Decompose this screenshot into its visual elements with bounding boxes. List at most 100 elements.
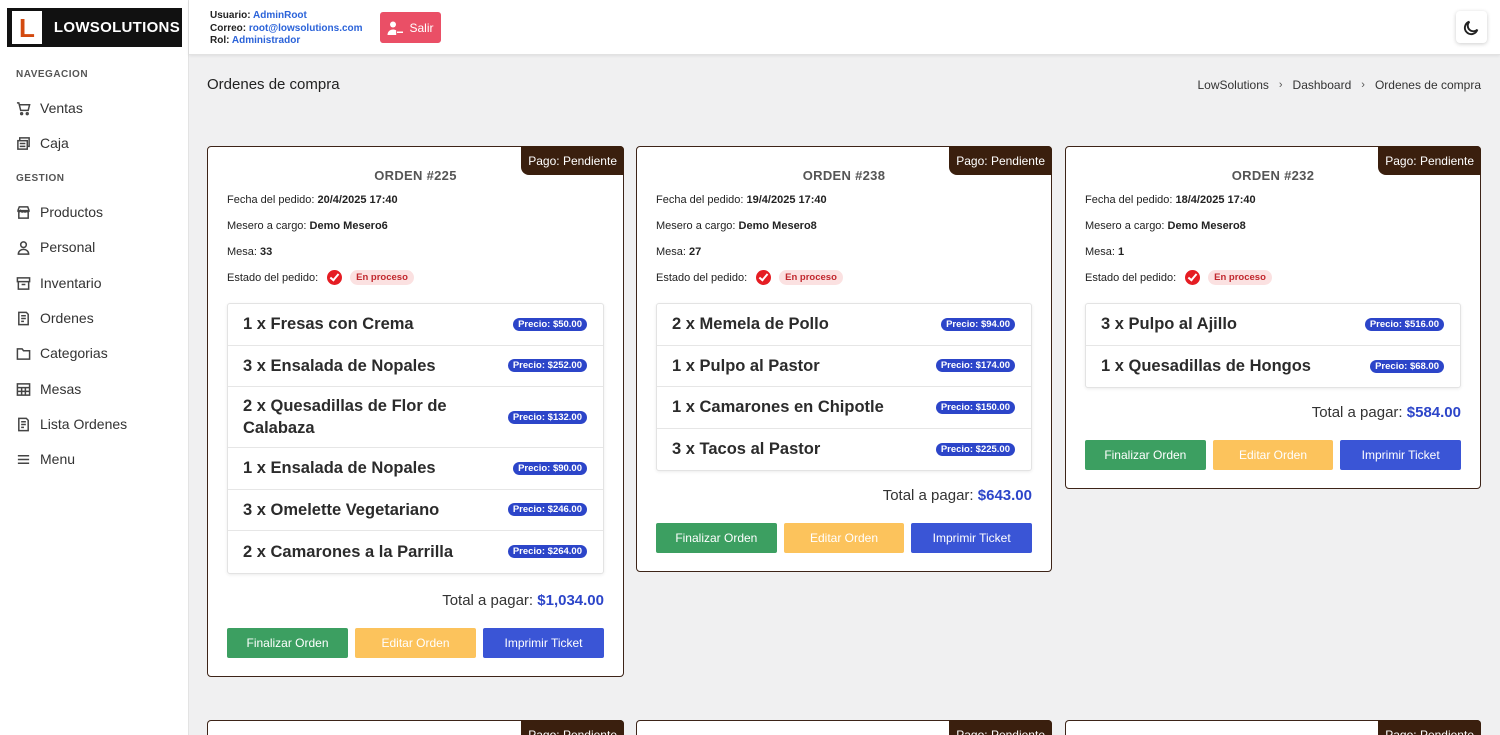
order-table: Mesa: 33 <box>227 246 273 258</box>
sidebar-item-inventario[interactable]: Inventario <box>16 271 101 295</box>
user-role: Administrador <box>231 35 301 46</box>
archive-icon <box>16 276 31 290</box>
order-title: ORDEN #232 <box>1231 168 1315 183</box>
order-status: Estado del pedido: En proceso <box>1085 270 1272 285</box>
list-item: 2 x Memela de Pollo Precio: $94.00 <box>657 304 1031 346</box>
document-list-icon <box>18 417 29 431</box>
price-badge: Precio: $264.00 <box>507 545 587 559</box>
sidebar-item-ordenes[interactable]: Ordenes <box>16 306 94 330</box>
chevron-right-icon: › <box>1278 79 1283 91</box>
list-item: 1 x Pulpo al Pastor Precio: $174.00 <box>657 346 1031 387</box>
breadcrumb-item-dashboard[interactable]: Dashboard <box>1293 78 1352 92</box>
order-waiter: Mesero a cargo: Demo Mesero6 <box>227 220 388 232</box>
list-item: 1 x Camarones en Chipotle Precio: $150.00 <box>657 387 1031 429</box>
check-circle-icon <box>756 270 772 285</box>
price-badge: Precio: $516.00 <box>1364 317 1444 331</box>
order-total: Total a pagar: $584.00 <box>1311 404 1461 421</box>
finalize-order-button[interactable]: Finalizar Orden <box>656 523 777 553</box>
moon-icon <box>1463 20 1479 35</box>
order-waiter: Mesero a cargo: Demo Mesero8 <box>656 220 817 232</box>
check-circle-icon <box>1185 270 1201 285</box>
sidebar-item-productos[interactable]: Productos <box>16 200 103 224</box>
brand-logo[interactable]: L LOWSOLUTIONS <box>7 8 182 47</box>
breadcrumb: LowSolutions › Dashboard › Ordenes de co… <box>1197 78 1481 92</box>
sidebar-item-menu[interactable]: Menu <box>16 447 75 471</box>
print-ticket-button[interactable]: Imprimir Ticket <box>1340 440 1462 470</box>
theme-toggle-button[interactable] <box>1456 11 1487 43</box>
list-item: 2 x Camarones a la Parrilla Precio: $264.… <box>228 531 603 573</box>
order-card: Pago: Pendiente <box>207 720 624 735</box>
price-badge: Precio: $68.00 <box>1370 359 1444 373</box>
table-grid-icon <box>16 382 31 396</box>
sidebar-item-label: Mesas <box>40 381 82 397</box>
order-waiter: Mesero a cargo: Demo Mesero8 <box>1085 220 1246 232</box>
list-item: 3 x Pulpo al Ajillo Precio: $516.00 <box>1086 304 1460 346</box>
list-item: 3 x Ensalada de Nopales Precio: $252.00 <box>228 346 603 387</box>
sidebar-item-label: Productos <box>40 204 104 220</box>
order-total: Total a pagar: $1,034.00 <box>442 592 604 609</box>
order-items-list: 1 x Fresas con Crema Precio: $50.00 3 x E… <box>227 303 604 574</box>
price-badge: Precio: $50.00 <box>513 317 587 331</box>
order-title: ORDEN #225 <box>374 168 457 183</box>
finalize-order-button[interactable]: Finalizar Orden <box>227 628 348 658</box>
order-actions: Finalizar Orden Editar Orden Imprimir Ti… <box>1085 440 1462 470</box>
logo-mark: L <box>12 11 42 44</box>
list-item: 1 x Fresas con Crema Precio: $50.00 <box>228 304 603 346</box>
user-name: AdminRoot <box>252 10 307 21</box>
chevron-right-icon: › <box>1361 79 1365 91</box>
price-badge: Precio: $246.00 <box>507 503 587 517</box>
print-ticket-button[interactable]: Imprimir Ticket <box>911 523 1033 553</box>
edit-order-button[interactable]: Editar Orden <box>1212 440 1334 470</box>
sidebar-item-caja[interactable]: Caja <box>16 131 69 155</box>
order-total: Total a pagar: $643.00 <box>882 487 1032 504</box>
sidebar-item-ventas[interactable]: Ventas <box>16 96 83 120</box>
price-badge: Precio: $174.00 <box>935 359 1015 373</box>
store-icon <box>17 205 30 219</box>
payment-status-badge: Pago: Pendiente <box>949 720 1052 735</box>
edit-order-button[interactable]: Editar Orden <box>783 523 905 553</box>
price-badge: Precio: $150.00 <box>935 400 1015 414</box>
price-badge: Precio: $252.00 <box>507 359 587 373</box>
payment-status-badge: Pago: Pendiente <box>1378 720 1481 735</box>
order-date: Fecha del pedido: 19/4/2025 17:40 <box>656 194 827 206</box>
logout-button[interactable]: Salir <box>380 12 441 43</box>
order-items-list: 2 x Memela de Pollo Precio: $94.00 1 x Pu… <box>656 303 1032 471</box>
check-circle-icon <box>327 270 343 285</box>
order-items-list: 3 x Pulpo al Ajillo Precio: $516.00 1 x Q… <box>1085 303 1461 388</box>
order-card: Pago: Pendiente ORDEN #238 Fecha del ped… <box>636 146 1052 572</box>
order-date: Fecha del pedido: 20/4/2025 17:40 <box>227 194 398 206</box>
list-item: 1 x Quesadillas de Hongos Precio: $68.00 <box>1086 346 1460 388</box>
sidebar-item-mesas[interactable]: Mesas <box>16 377 81 401</box>
document-list-icon <box>18 311 29 325</box>
sidebar-item-label: Caja <box>40 135 69 151</box>
sidebar-item-label: Menu <box>40 451 76 467</box>
price-badge: Precio: $90.00 <box>513 461 587 475</box>
user-email: root@lowsolutions.com <box>248 22 363 34</box>
sidebar: L LOWSOLUTIONS NAVEGACION Ventas Caja GE… <box>0 0 189 735</box>
sidebar-item-label: Ordenes <box>40 310 94 326</box>
topbar: Usuario: AdminRoot Correo: root@lowsolut… <box>189 0 1500 55</box>
nav-section-gestion: GESTION <box>16 173 65 184</box>
page-title: Ordenes de compra <box>207 76 340 93</box>
user-icon <box>17 240 30 255</box>
nav-section-navegacion: NAVEGACION <box>16 69 89 80</box>
cart-icon <box>16 101 31 115</box>
price-badge: Precio: $225.00 <box>935 442 1015 456</box>
breadcrumb-item-lowsolutions[interactable]: LowSolutions <box>1197 78 1268 92</box>
order-status: Estado del pedido: En proceso <box>227 270 414 285</box>
print-ticket-button[interactable]: Imprimir Ticket <box>483 628 604 658</box>
sidebar-item-label: Categorias <box>40 345 108 361</box>
order-card: Pago: Pendiente <box>1065 720 1481 735</box>
order-title: ORDEN #238 <box>802 168 886 183</box>
edit-order-button[interactable]: Editar Orden <box>355 628 476 658</box>
user-info: Usuario: AdminRoot Correo: root@lowsolut… <box>210 10 363 46</box>
order-card: Pago: Pendiente ORDEN #232 Fecha del ped… <box>1065 146 1481 489</box>
sidebar-item-lista-ordenes[interactable]: Lista Ordenes <box>16 412 127 436</box>
sidebar-item-categorias[interactable]: Categorias <box>16 341 108 365</box>
sidebar-item-label: Inventario <box>40 275 102 291</box>
order-table: Mesa: 27 <box>656 246 702 258</box>
price-badge: Precio: $94.00 <box>941 317 1015 331</box>
sidebar-item-personal[interactable]: Personal <box>16 235 95 259</box>
finalize-order-button[interactable]: Finalizar Orden <box>1085 440 1206 470</box>
price-badge: Precio: $132.00 <box>507 410 587 424</box>
